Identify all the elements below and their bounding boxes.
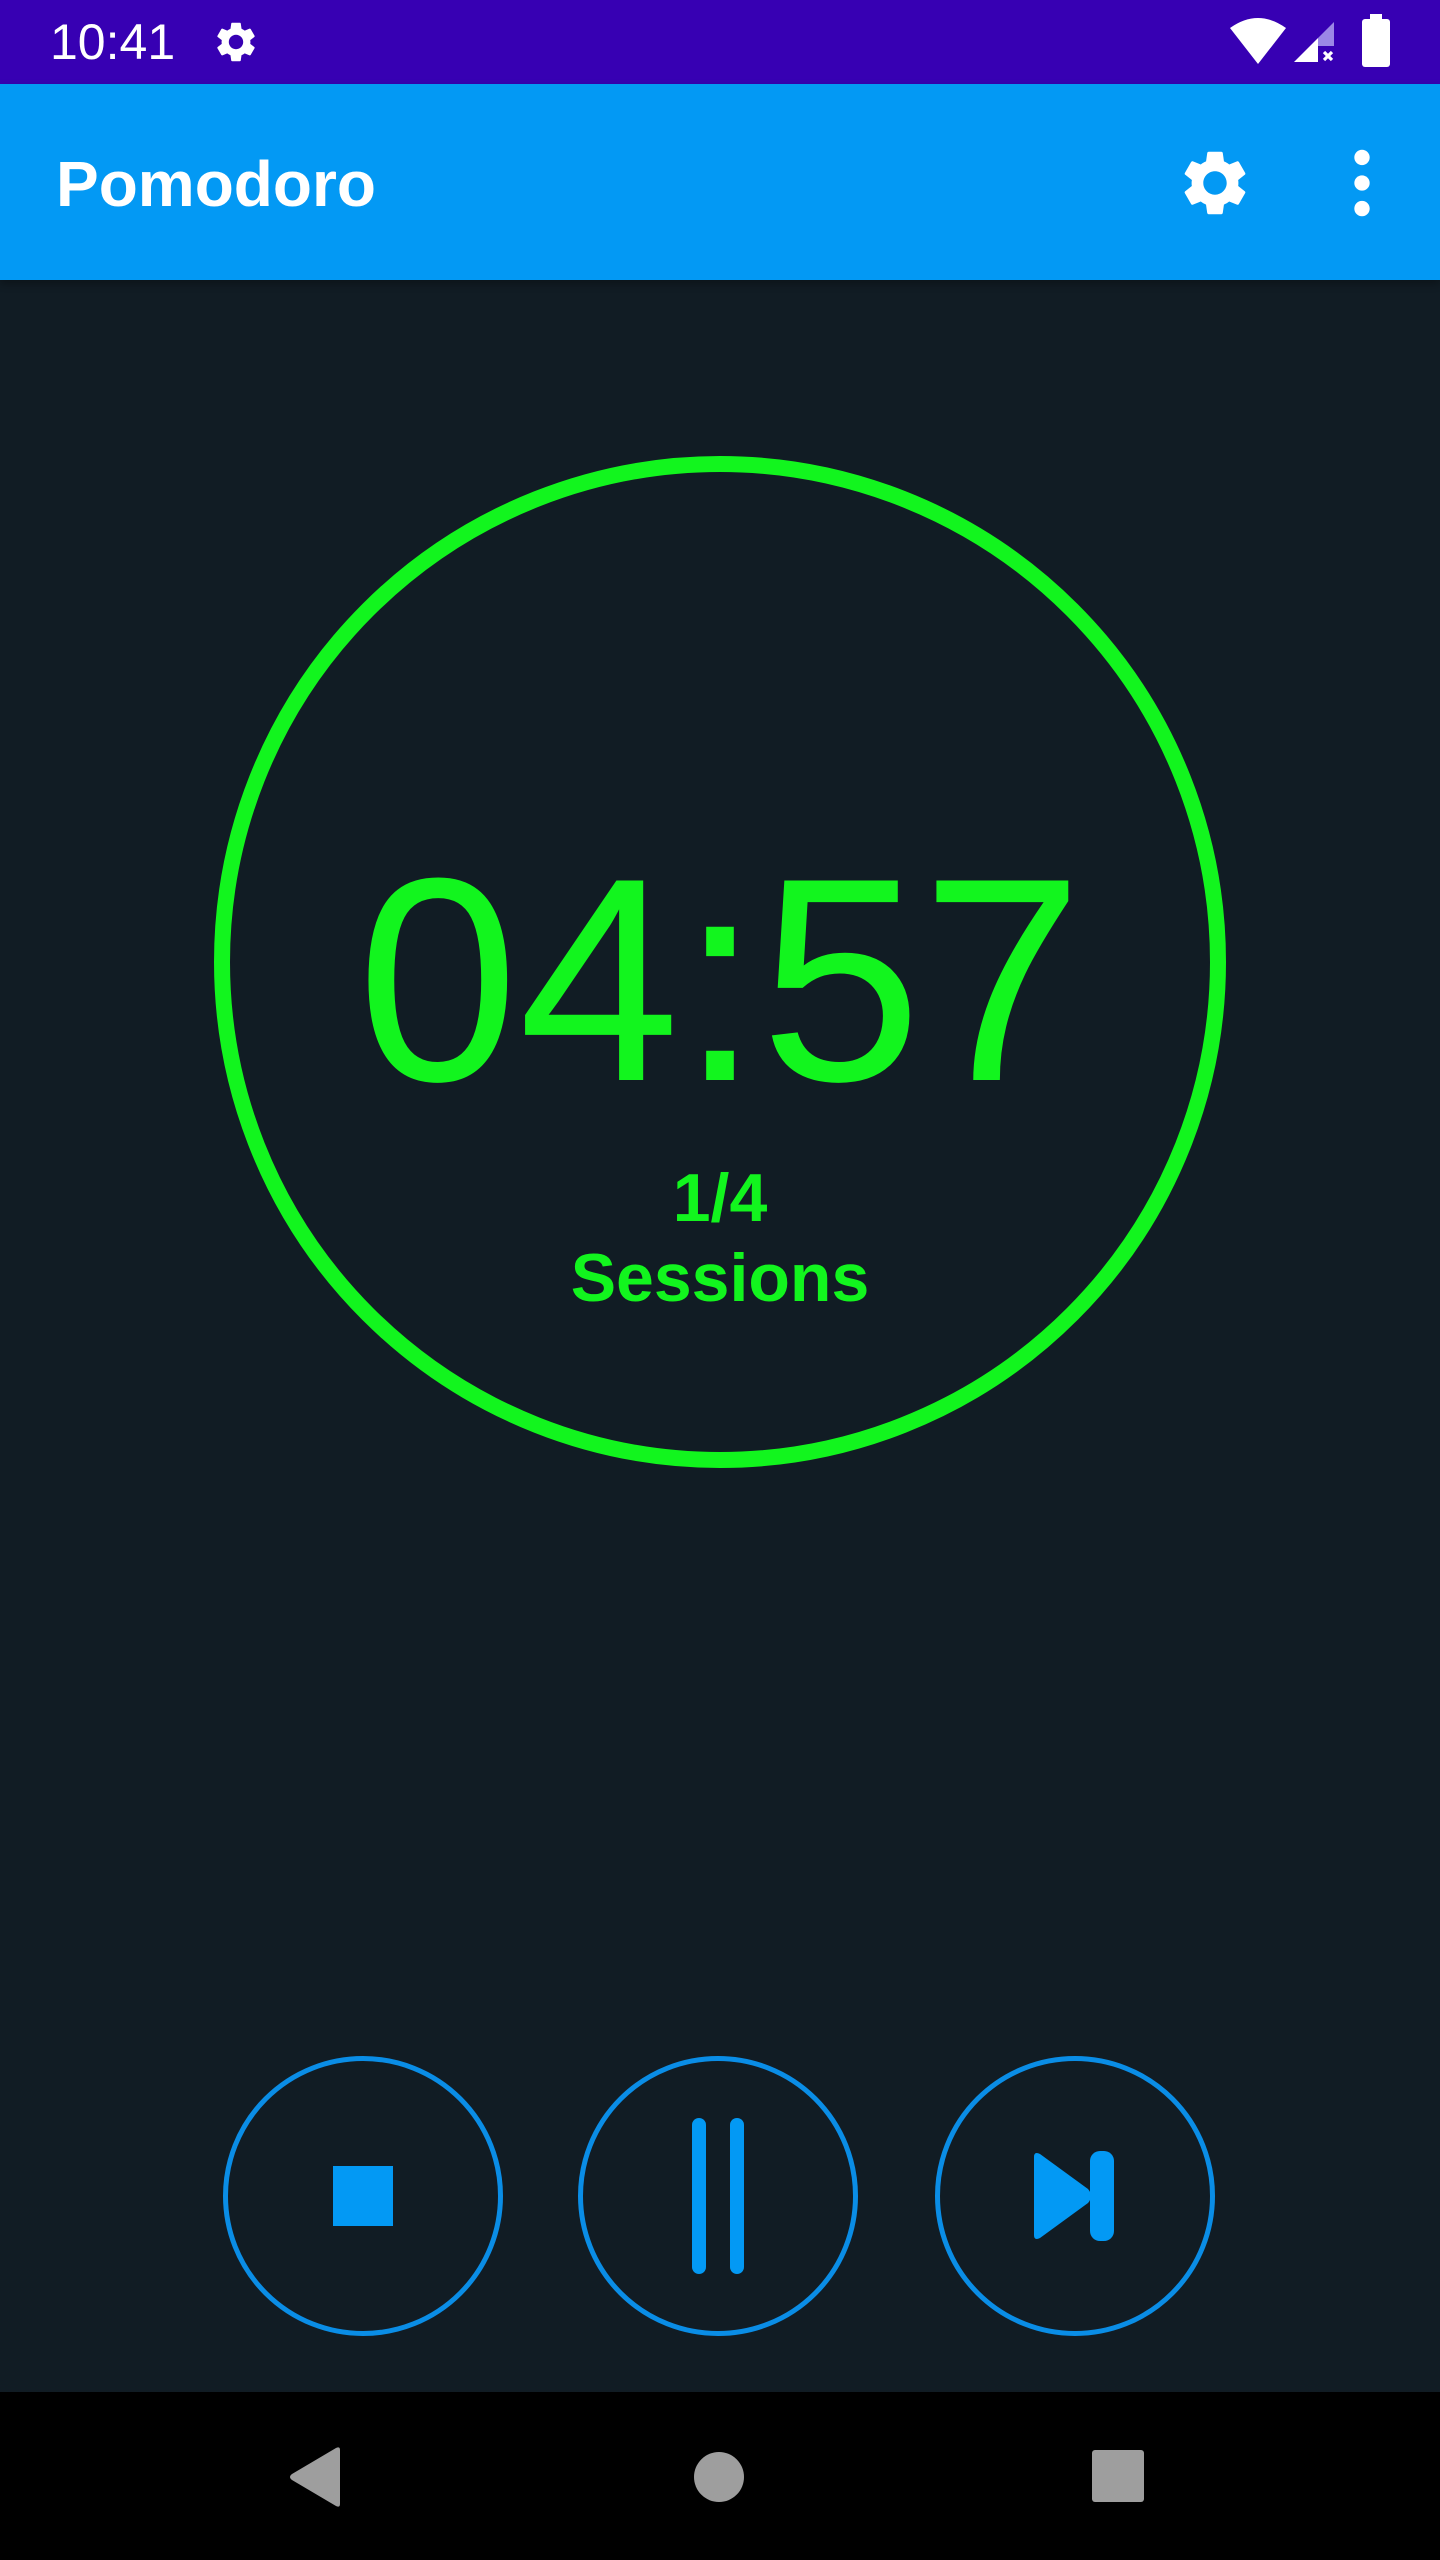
timer-display: 04:57 xyxy=(357,818,1083,1142)
pause-button[interactable] xyxy=(578,2056,858,2336)
app-bar: Pomodoro xyxy=(0,84,1440,280)
home-icon[interactable] xyxy=(694,2452,744,2502)
pause-icon xyxy=(692,2118,744,2274)
skip-next-button[interactable] xyxy=(935,2056,1215,2336)
settings-icon[interactable] xyxy=(1176,144,1254,222)
back-icon[interactable] xyxy=(288,2446,344,2508)
status-time: 10:41 xyxy=(50,14,176,70)
session-count: 1/4 xyxy=(672,1160,768,1236)
wifi-icon xyxy=(1230,18,1286,64)
app-title: Pomodoro xyxy=(56,148,376,220)
stop-icon xyxy=(333,2166,393,2226)
recents-icon[interactable] xyxy=(1092,2450,1144,2502)
session-label: Sessions xyxy=(570,1240,870,1316)
status-bar: 10:41 xyxy=(0,0,1440,84)
more-vert-icon[interactable] xyxy=(1330,144,1394,222)
battery-icon xyxy=(1362,14,1390,67)
gear-icon xyxy=(217,22,255,62)
stop-button[interactable] xyxy=(223,2056,503,2336)
signal-icon xyxy=(1294,22,1334,62)
skip-next-icon xyxy=(1034,2151,1114,2241)
